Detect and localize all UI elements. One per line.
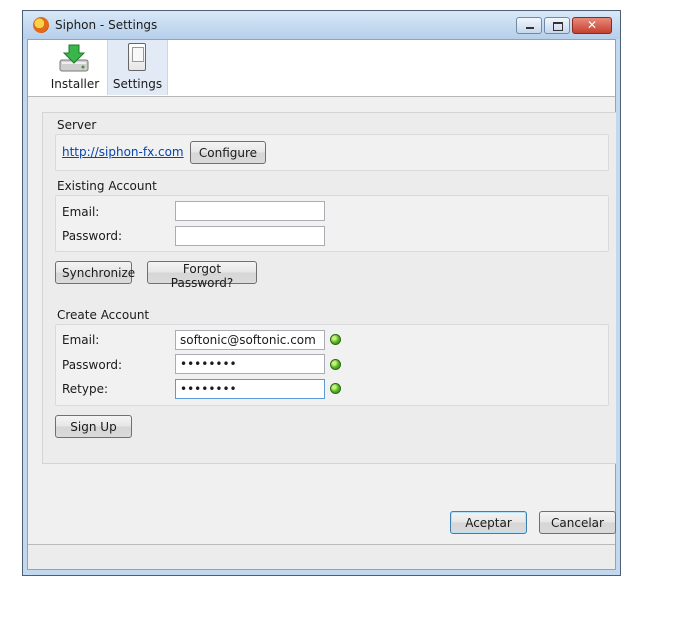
close-button[interactable]: ✕ — [572, 17, 612, 34]
existing-email-label: Email: — [62, 205, 100, 219]
pane-toolbar: Installer Settings — [28, 40, 615, 97]
cancel-button[interactable]: Cancelar — [539, 511, 616, 534]
window-controls: ✕ — [514, 17, 612, 35]
create-password-label: Password: — [62, 358, 123, 372]
existing-password-label: Password: — [62, 229, 123, 243]
close-icon: ✕ — [586, 18, 598, 32]
retype-password-input[interactable] — [175, 379, 325, 399]
server-group: http://siphon-fx.com Configure — [55, 134, 609, 171]
retype-label: Retype: — [62, 382, 109, 396]
server-heading: Server — [57, 118, 97, 132]
minimize-button[interactable] — [516, 17, 542, 34]
tab-installer[interactable]: Installer — [49, 40, 101, 95]
tab-installer-label: Installer — [50, 77, 100, 91]
minimize-icon — [526, 27, 534, 29]
maximize-icon — [553, 22, 563, 31]
accept-button[interactable]: Aceptar — [450, 511, 527, 534]
valid-status-icon — [330, 334, 341, 345]
tab-settings[interactable]: Settings — [107, 40, 168, 95]
existing-password-input[interactable] — [175, 226, 325, 246]
settings-panel: Server http://siphon-fx.com Configure Ex… — [42, 112, 616, 464]
valid-status-icon — [330, 383, 341, 394]
settings-icon — [128, 43, 146, 71]
create-account-group: Email: Password: Retype: — [55, 324, 609, 406]
existing-email-input[interactable] — [175, 201, 325, 221]
forgot-password-button[interactable]: Forgot Password? — [147, 261, 257, 290]
create-email-input[interactable] — [175, 330, 325, 350]
server-url-link[interactable]: http://siphon-fx.com — [62, 145, 184, 159]
window-title: Siphon - Settings — [55, 18, 158, 32]
firefox-app-icon — [33, 17, 49, 33]
settings-window: Siphon - Settings ✕ Installer Settings S… — [22, 10, 621, 576]
valid-status-icon — [330, 359, 341, 370]
create-account-heading: Create Account — [57, 308, 150, 322]
sign-up-button[interactable]: Sign Up — [55, 415, 132, 438]
installer-icon — [59, 44, 89, 72]
title-bar[interactable]: Siphon - Settings ✕ — [23, 11, 620, 39]
create-email-label: Email: — [62, 333, 100, 347]
create-password-input[interactable] — [175, 354, 325, 374]
tab-settings-label: Settings — [112, 77, 163, 91]
existing-account-group: Email: Password: — [55, 195, 609, 252]
status-bar — [28, 544, 615, 569]
synchronize-button[interactable]: Synchronize — [55, 261, 135, 284]
configure-button[interactable]: Configure — [190, 141, 266, 164]
maximize-button[interactable] — [544, 17, 570, 34]
client-area: Installer Settings Server http://siphon-… — [27, 39, 616, 570]
existing-account-heading: Existing Account — [57, 179, 157, 193]
